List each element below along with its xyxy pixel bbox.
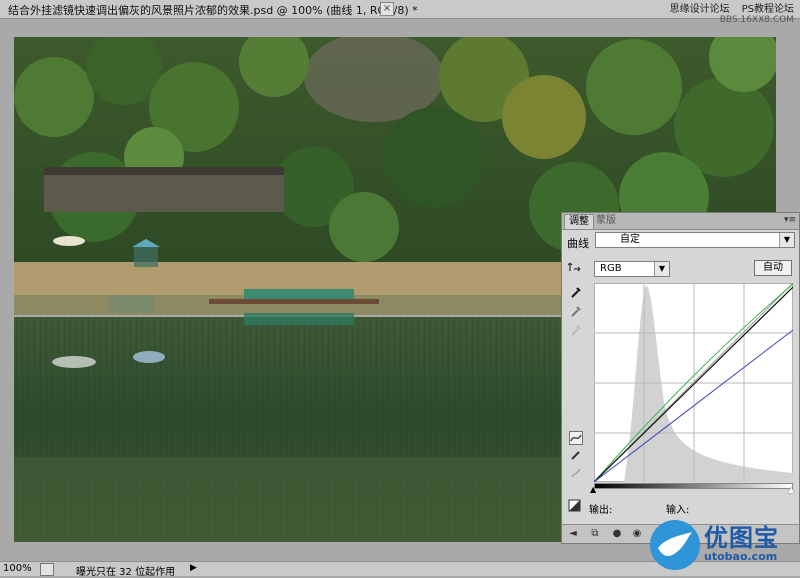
watermark-url: BBS.16XX8.COM <box>719 15 794 25</box>
logo-url: utobao.com <box>704 550 778 563</box>
watermark-site1: 思缘设计论坛 <box>669 4 730 15</box>
close-document-button[interactable]: × <box>380 2 394 16</box>
document-title: 结合外挂滤镜快速调出偏灰的风景照片浓郁的效果.psd @ 100% (曲线 1,… <box>8 4 418 17</box>
gray-point-eyedropper-icon[interactable] <box>569 304 583 318</box>
logo-text: 优图宝 <box>704 524 779 552</box>
adjustments-panel: 调整 蒙版 ▾≡ 曲线 自定 ▼ RGB ▼ 自动 ▲ ▲ 输出: 输入: ◄ … <box>561 212 800 544</box>
document-info-icon[interactable] <box>40 563 54 576</box>
watermark-site2: PS教程论坛 <box>741 4 794 15</box>
auto-button[interactable]: 自动 <box>754 260 792 276</box>
return-to-list-icon[interactable]: ◄ <box>566 527 580 541</box>
on-image-adjust-icon[interactable] <box>567 261 581 275</box>
zoom-level[interactable]: 100% <box>3 563 32 574</box>
preset-select[interactable]: 自定 ▼ <box>595 232 795 248</box>
channel-value: RGB <box>600 263 622 274</box>
chevron-down-icon: ▼ <box>654 262 669 276</box>
black-slider-icon[interactable]: ▲ <box>590 485 596 494</box>
preset-value: 自定 <box>620 234 640 245</box>
curves-title: 曲线 <box>567 237 589 250</box>
chevron-down-icon: ▼ <box>779 233 794 247</box>
pencil-icon[interactable] <box>569 449 583 463</box>
white-slider-icon[interactable]: ▲ <box>788 485 794 494</box>
visibility-icon[interactable]: ● <box>610 527 624 541</box>
clip-to-layer-icon[interactable]: ⧉ <box>588 527 602 541</box>
site-logo: 优图宝 utobao.com <box>648 514 798 574</box>
smooth-icon[interactable] <box>569 467 583 481</box>
status-menu-arrow-icon[interactable]: ▶ <box>190 563 197 573</box>
view-previous-icon[interactable]: ◉ <box>630 527 644 541</box>
bird-logo-icon <box>650 520 700 570</box>
channel-select[interactable]: RGB ▼ <box>594 261 670 277</box>
input-gradient <box>594 483 793 489</box>
black-point-eyedropper-icon[interactable] <box>569 285 583 299</box>
panel-menu-icon[interactable]: ▾≡ <box>784 215 796 225</box>
clipping-display-icon[interactable] <box>567 499 581 513</box>
panel-tabs: 调整 蒙版 ▾≡ <box>562 213 799 230</box>
title-bar: 结合外挂滤镜快速调出偏灰的风景照片浓郁的效果.psd @ 100% (曲线 1,… <box>0 0 800 25</box>
tab-adjustments[interactable]: 调整 <box>564 214 594 229</box>
watermark: 思缘设计论坛 PS教程论坛 BBS.16XX8.COM <box>658 4 794 26</box>
curve-edit-icon[interactable] <box>569 431 583 445</box>
tab-masks[interactable]: 蒙版 <box>592 214 620 228</box>
curves-graph[interactable] <box>593 282 794 483</box>
white-point-eyedropper-icon[interactable] <box>569 323 583 337</box>
status-message: 曝光只在 32 位起作用 <box>76 567 176 578</box>
output-label: 输出: <box>589 505 613 516</box>
